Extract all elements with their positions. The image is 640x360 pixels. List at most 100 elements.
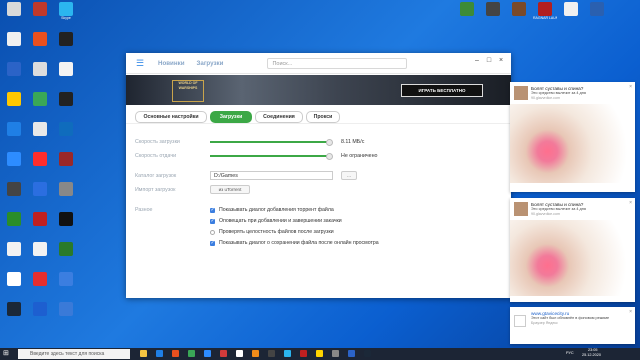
language-indicator[interactable]: РУС	[566, 351, 574, 355]
maximize-button[interactable]: □	[483, 57, 495, 64]
taskbar-app-icon[interactable]	[300, 350, 307, 357]
play-free-button[interactable]: ИГРАТЬ БЕСПЛАТНО	[401, 84, 483, 97]
clock-time[interactable]: 23:05	[588, 348, 598, 352]
desktop-icon[interactable]	[2, 2, 26, 30]
import-utorrent-button[interactable]: из uTorrent	[210, 185, 250, 194]
ad-popup[interactable]: Болят суставы и спина? Это средство выле…	[510, 198, 635, 302]
desktop-icon[interactable]	[54, 32, 78, 60]
desktop-icon[interactable]	[2, 182, 26, 210]
taskbar-app-icon[interactable]	[172, 350, 179, 357]
tab-new[interactable]: Новинки	[158, 60, 185, 67]
ad-source: 90.glavvrdice.com	[531, 212, 560, 216]
desktop-icon[interactable]	[28, 2, 52, 30]
desktop-icon[interactable]	[2, 92, 26, 120]
desktop-icon[interactable]	[54, 302, 78, 330]
ad-image	[510, 104, 635, 183]
desktop-icon[interactable]	[28, 302, 52, 330]
desktop-icon[interactable]	[28, 122, 52, 150]
desktop-icon[interactable]	[2, 62, 26, 90]
desktop-icon[interactable]	[28, 92, 52, 120]
desktop-icon[interactable]	[28, 182, 52, 210]
slider-knob[interactable]	[326, 138, 333, 146]
minimize-button[interactable]: –	[471, 57, 483, 64]
ad-popup[interactable]: Болят суставы и спина? Это средство выле…	[510, 82, 635, 192]
taskbar-app-icon[interactable]	[204, 350, 211, 357]
taskbar-app-icon[interactable]	[316, 350, 323, 357]
search-input[interactable]: Поиск...	[267, 57, 408, 69]
desktop-icon[interactable]	[2, 212, 26, 240]
taskbar-app-icon[interactable]	[236, 350, 243, 357]
desktop-icon[interactable]	[54, 92, 78, 120]
desktop-icon[interactable]	[54, 242, 78, 270]
upload-speed-slider[interactable]	[210, 152, 333, 160]
tab-proxy[interactable]: Прокси	[306, 111, 340, 123]
ad-banner[interactable]: WORLD OF WARSHIPS ИГРАТЬ БЕСПЛАТНО	[126, 75, 511, 105]
desktop-icon[interactable]	[2, 302, 26, 330]
taskbar-app-icon[interactable]	[348, 350, 355, 357]
desktop-icon[interactable]	[2, 122, 26, 150]
desktop-icon[interactable]	[54, 122, 78, 150]
tab-connections[interactable]: Соединения	[255, 111, 303, 123]
desktop-icon[interactable]	[2, 152, 26, 180]
desktop-icon[interactable]	[28, 62, 52, 90]
desktop-icon[interactable]	[585, 2, 609, 30]
desktop-icon[interactable]	[507, 2, 531, 30]
taskbar-app-icon[interactable]	[220, 350, 227, 357]
taskbar-app-icon[interactable]	[140, 350, 147, 357]
desktop-icon[interactable]	[54, 152, 78, 180]
checkbox-verify-integrity[interactable]	[210, 230, 215, 235]
folder-path-input[interactable]: D:/Games	[210, 171, 333, 180]
tab-downloads-settings[interactable]: Загрузки	[210, 111, 252, 123]
taskbar-app-icon[interactable]	[284, 350, 291, 357]
desktop-icon[interactable]	[54, 272, 78, 300]
taskbar-app-icon[interactable]	[364, 350, 371, 357]
taskbar-app-icon[interactable]	[156, 350, 163, 357]
desktop-icon[interactable]	[28, 272, 52, 300]
checkbox-save-dialog[interactable]	[210, 240, 215, 246]
clock-date[interactable]: 25.12.2020	[582, 353, 601, 357]
taskbar-app-icon[interactable]	[268, 350, 275, 357]
windows-start-icon[interactable]: ⊞	[3, 350, 11, 358]
download-speed-slider[interactable]	[210, 138, 333, 146]
desktop-icon[interactable]	[28, 212, 52, 240]
app-icon	[33, 62, 47, 76]
slider-knob[interactable]	[326, 152, 333, 160]
desktop-icon[interactable]: Skype	[54, 2, 78, 30]
desktop-icon[interactable]	[559, 2, 583, 30]
app-icon	[33, 152, 47, 166]
desktop-icon[interactable]	[54, 212, 78, 240]
menu-icon[interactable]: ☰	[136, 58, 146, 69]
checkbox-notify[interactable]	[210, 218, 215, 224]
taskbar-search-input[interactable]: Введите здесь текст для поиска	[18, 349, 130, 359]
desktop-icon[interactable]	[54, 62, 78, 90]
desktop-icon[interactable]	[28, 242, 52, 270]
app-icon	[7, 2, 21, 16]
taskbar-app-icon[interactable]	[188, 350, 195, 357]
desktop-icon-label: RAGNAR LAUNCHER	[533, 16, 557, 20]
desktop-icon[interactable]	[481, 2, 505, 30]
taskbar-app-icon[interactable]	[252, 350, 259, 357]
desktop-icon[interactable]	[2, 32, 26, 60]
desktop-icon[interactable]	[54, 182, 78, 210]
browse-button[interactable]: ...	[341, 171, 357, 180]
app-icon	[7, 272, 21, 286]
app-icon	[33, 302, 47, 316]
close-icon[interactable]: ×	[629, 309, 632, 315]
tab-general-settings[interactable]: Основные настройки	[135, 111, 207, 123]
app-icon	[512, 2, 526, 16]
desktop-icon[interactable]	[455, 2, 479, 30]
desktop-icon[interactable]: RAGNAR LAUNCHER	[533, 2, 557, 30]
tab-downloads[interactable]: Загрузки	[197, 60, 224, 67]
app-icon	[33, 92, 47, 106]
checkbox-show-add-dialog[interactable]	[210, 207, 215, 213]
taskbar-app-icon[interactable]	[332, 350, 339, 357]
desktop-icon[interactable]	[2, 242, 26, 270]
close-icon[interactable]: ×	[629, 84, 632, 90]
notification-popup[interactable]: www.gtavicecity.ru Этот сайт был обновлё…	[510, 307, 635, 344]
close-icon[interactable]: ×	[629, 200, 632, 206]
desktop-icon[interactable]	[28, 32, 52, 60]
desktop-icon[interactable]	[28, 152, 52, 180]
app-icon	[59, 302, 73, 316]
close-button[interactable]: ×	[495, 57, 507, 64]
desktop-icon[interactable]	[2, 272, 26, 300]
